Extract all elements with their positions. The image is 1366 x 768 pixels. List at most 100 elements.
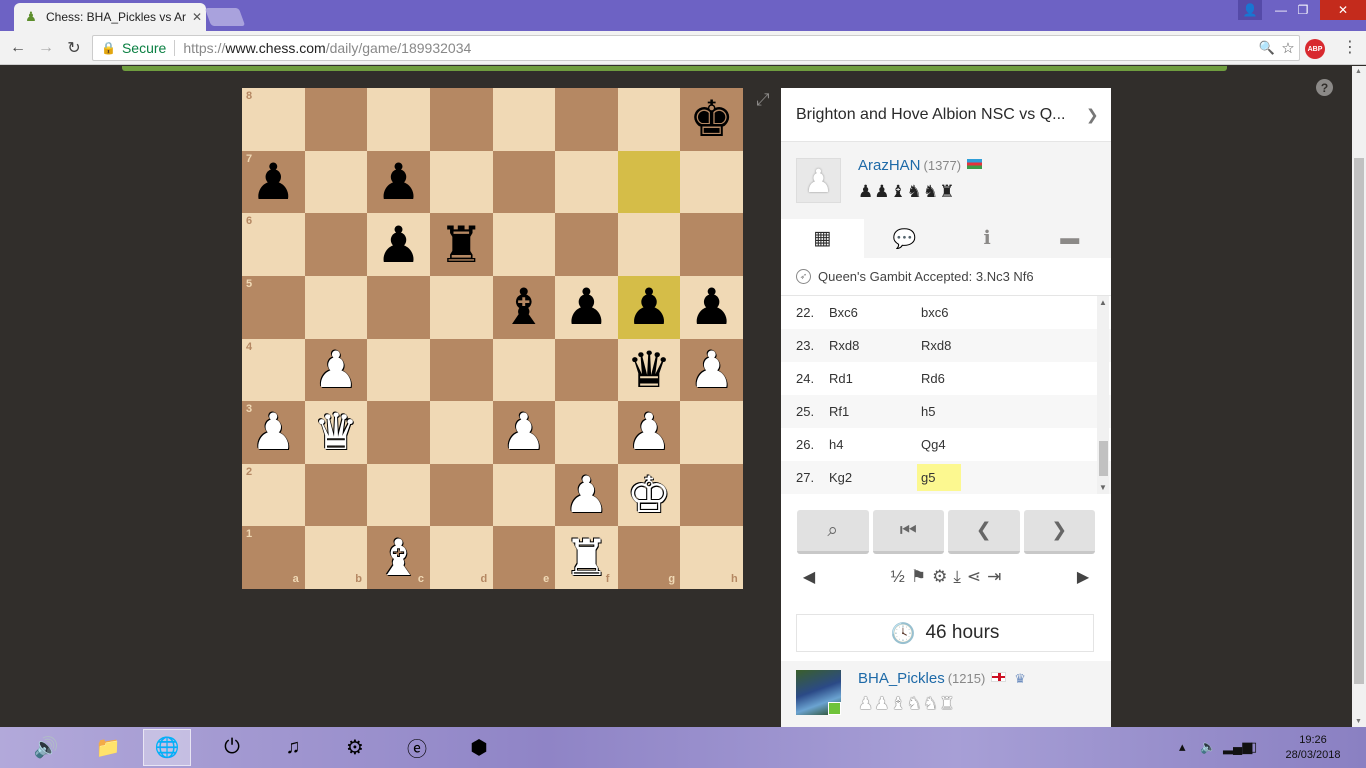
square-c3[interactable]	[367, 401, 430, 464]
square-b6[interactable]	[304, 213, 368, 276]
top-player-name[interactable]: ArazHAN	[858, 157, 921, 174]
piece-c7[interactable]: ♟	[367, 151, 430, 214]
square-d3[interactable]	[429, 401, 493, 464]
square-e8[interactable]	[492, 88, 556, 151]
offer-draw-button[interactable]: ½	[891, 567, 905, 587]
battery-icon[interactable]: ▯	[1250, 739, 1257, 755]
help-icon[interactable]: ?	[1316, 79, 1333, 96]
app-badge-icon[interactable]: ⬢	[455, 729, 503, 766]
square-d2[interactable]	[429, 463, 493, 527]
move-list-scrollbar[interactable]: ▲ ▼	[1097, 296, 1109, 494]
page-scroll-down-icon[interactable]: ▼	[1355, 718, 1362, 725]
window-close-icon[interactable]: ✕	[1320, 0, 1366, 20]
power-app-icon[interactable]: ⏻	[208, 729, 256, 766]
analysis-button[interactable]: ⌕	[797, 510, 869, 554]
black-move[interactable]: Rd6	[917, 365, 961, 392]
square-b5[interactable]	[304, 275, 368, 339]
chevron-right-icon[interactable]: ❯	[1086, 106, 1111, 124]
black-move[interactable]: bxc6	[917, 299, 961, 326]
adblock-plus-icon[interactable]: ABP	[1305, 39, 1325, 59]
white-move[interactable]: Rxd8	[829, 338, 917, 353]
piece-e3[interactable]: ♟	[493, 401, 556, 464]
piece-g5[interactable]: ♟	[618, 276, 681, 339]
piece-g2[interactable]: ♚	[618, 464, 681, 527]
chrome-menu-icon[interactable]: ⋮	[1340, 37, 1360, 59]
tab-notes-icon[interactable]: ▬	[1029, 219, 1112, 258]
piece-h4[interactable]: ♟	[680, 339, 743, 402]
square-d7[interactable]	[429, 150, 493, 214]
export-icon[interactable]: ⇥	[987, 567, 1001, 587]
square-b2[interactable]	[304, 463, 368, 527]
page-scroll-thumb[interactable]	[1354, 158, 1364, 684]
share-icon[interactable]: ⋖	[967, 567, 981, 587]
internet-explorer-icon[interactable]: ⓔ	[393, 729, 441, 766]
settings-gear-icon[interactable]: ⚙	[932, 567, 947, 587]
taskbar-clock[interactable]: 19:26 28/03/2018	[1278, 733, 1348, 763]
square-e6[interactable]	[492, 213, 556, 276]
scroll-up-icon[interactable]: ▲	[1099, 298, 1107, 307]
volume-icon[interactable]: 🔈	[1200, 739, 1216, 755]
square-d5[interactable]	[429, 275, 493, 339]
move-list-scroll-thumb[interactable]	[1099, 441, 1108, 476]
white-move[interactable]: Rd1	[829, 371, 917, 386]
bottom-player-name[interactable]: BHA_Pickles	[858, 670, 945, 687]
next-move-button[interactable]: ❯	[1023, 510, 1095, 554]
square-f4[interactable]	[555, 338, 618, 402]
square-b7[interactable]	[304, 150, 368, 214]
piece-b3[interactable]: ♛	[305, 401, 368, 464]
square-e2[interactable]	[492, 463, 556, 527]
expand-board-icon[interactable]: ⤢	[756, 90, 770, 110]
download-icon[interactable]: ⤓	[953, 567, 961, 587]
square-f3[interactable]	[555, 401, 618, 464]
resign-flag-icon[interactable]: ⚑	[911, 567, 926, 587]
piece-a3[interactable]: ♟	[242, 401, 305, 464]
zoom-icon[interactable]: 🔍	[1257, 40, 1277, 56]
game-header[interactable]: Brighton and Hove Albion NSC vs Q... ❯	[781, 88, 1111, 142]
square-b8[interactable]	[304, 88, 368, 151]
tab-chat-icon[interactable]: 💬	[864, 219, 947, 258]
itunes-icon[interactable]: ♫	[269, 729, 317, 766]
reload-icon[interactable]: ↻	[63, 37, 85, 59]
square-e4[interactable]	[492, 338, 556, 402]
piece-h5[interactable]: ♟	[680, 276, 743, 339]
tab-moves-board-icon[interactable]: ▦	[781, 219, 864, 258]
chrome-taskbar-icon[interactable]: 🌐	[143, 729, 191, 766]
piece-g4[interactable]: ♛	[618, 339, 681, 402]
white-move[interactable]: h4	[829, 437, 917, 452]
square-e7[interactable]	[492, 150, 556, 214]
square-f8[interactable]	[555, 88, 618, 151]
browser-tab[interactable]: ♟ Chess: BHA_Pickles vs Ar ✕	[14, 3, 206, 31]
forward-arrow-icon[interactable]: →	[35, 37, 57, 59]
square-h3[interactable]	[680, 401, 743, 464]
black-move[interactable]: Rxd8	[917, 332, 961, 359]
white-move[interactable]: Rf1	[829, 404, 917, 419]
piece-a7[interactable]: ♟	[242, 151, 305, 214]
square-g7[interactable]	[617, 150, 681, 214]
piece-c1[interactable]: ♝	[367, 526, 430, 589]
square-h2[interactable]	[680, 463, 743, 527]
square-c8[interactable]	[367, 88, 430, 151]
piece-g3[interactable]: ♟	[618, 401, 681, 464]
square-g6[interactable]	[617, 213, 681, 276]
user-profile-icon[interactable]: 👤	[1238, 0, 1262, 20]
piece-f1[interactable]: ♜	[555, 526, 618, 589]
default-pawn-avatar[interactable]: ♟	[796, 158, 841, 203]
network-signal-icon[interactable]: ▂▄▆	[1223, 739, 1252, 755]
white-move[interactable]: Bxc6	[829, 305, 917, 320]
tab-info-icon[interactable]: ℹ	[946, 219, 1029, 258]
black-move[interactable]: Qg4	[917, 431, 961, 458]
file-explorer-icon[interactable]: 📁	[84, 729, 132, 766]
square-d8[interactable]	[429, 88, 493, 151]
address-bar[interactable]: 🔒 Secure https://www.chess.com/daily/gam…	[92, 35, 1300, 61]
black-move[interactable]: h5	[917, 398, 961, 425]
square-d4[interactable]	[429, 338, 493, 402]
url-text[interactable]: https://www.chess.com/daily/game/1899320…	[183, 40, 1257, 56]
opening-line[interactable]: ➶ Queen's Gambit Accepted: 3.Nc3 Nf6	[781, 258, 1111, 296]
white-move[interactable]: Kg2	[829, 470, 917, 485]
maximize-icon[interactable]: ❐	[1288, 0, 1318, 20]
piece-f2[interactable]: ♟	[555, 464, 618, 527]
square-g8[interactable]	[617, 88, 681, 151]
square-c5[interactable]	[367, 275, 430, 339]
tab-close-icon[interactable]: ✕	[188, 10, 206, 24]
previous-move-button[interactable]: ❮	[948, 510, 1020, 554]
